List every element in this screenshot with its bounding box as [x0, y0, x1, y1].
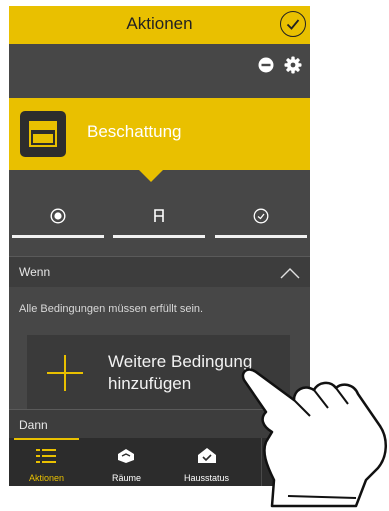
- nav-item-raeume[interactable]: Räume: [89, 438, 164, 486]
- action-name: Beschattung: [87, 122, 182, 141]
- then-heading: Dann: [19, 418, 48, 432]
- tab-underline: [12, 235, 104, 238]
- nav-label: Räume: [111, 473, 141, 483]
- remove-icon[interactable]: [258, 57, 274, 73]
- nav-item-aktionen[interactable]: Aktionen: [9, 438, 84, 486]
- list-icon: [36, 449, 56, 463]
- pointing-hand-icon: [241, 368, 387, 508]
- page-title: Aktionen: [126, 14, 193, 33]
- header-bar: Aktionen: [9, 6, 310, 44]
- banner-pointer: [139, 170, 163, 182]
- chevron-up-icon[interactable]: [280, 267, 300, 279]
- tab-underline: [113, 235, 205, 238]
- confirm-button[interactable]: [280, 11, 306, 37]
- letter-a-icon: [154, 209, 164, 222]
- room-icon: [118, 449, 134, 463]
- tab-underline: [215, 235, 307, 238]
- check-icon: [286, 19, 300, 30]
- nav-label: Aktionen: [28, 473, 65, 483]
- conditions-heading: Wenn: [19, 265, 51, 279]
- action-toolbar: [258, 56, 302, 74]
- conditions-hint: Alle Bedingungen müssen erfüllt sein.: [19, 303, 204, 315]
- house-status-icon: [198, 448, 216, 463]
- plus-icon: [47, 355, 83, 391]
- tab-clock[interactable]: [215, 196, 307, 238]
- gear-icon[interactable]: [284, 56, 302, 74]
- target-icon: [50, 208, 66, 224]
- conditions-header[interactable]: Wenn: [9, 256, 310, 287]
- shading-icon: [20, 111, 66, 157]
- clock-icon: [253, 208, 269, 224]
- action-banner[interactable]: Beschattung: [9, 98, 310, 170]
- mode-tabs: [9, 196, 310, 244]
- tab-target[interactable]: [12, 196, 104, 238]
- tab-letter-a[interactable]: [113, 196, 205, 238]
